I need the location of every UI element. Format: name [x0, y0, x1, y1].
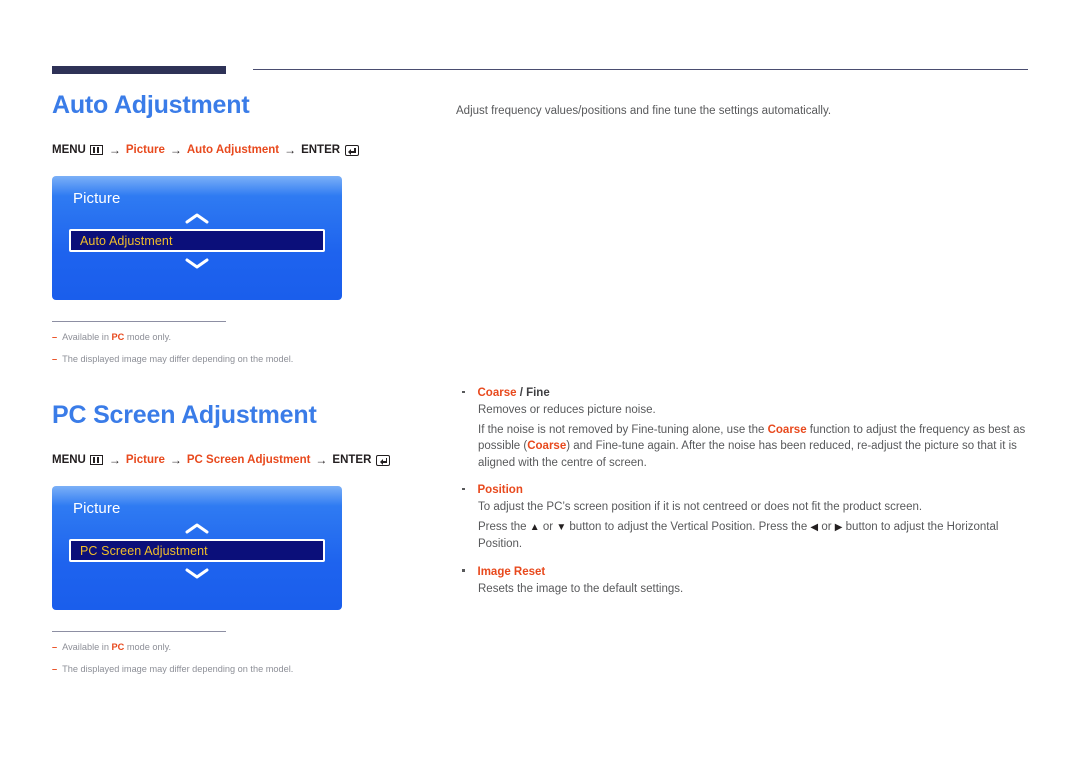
enter-label: ENTER: [332, 454, 372, 466]
osd-selected-row[interactable]: Auto Adjustment: [69, 229, 325, 252]
notes-pc-screen-adjustment: – Available in PC mode only. – The displ…: [52, 631, 293, 676]
bullet-heading: Position: [456, 484, 1034, 496]
notes-auto-adjustment: – Available in PC mode only. – The displ…: [52, 321, 293, 366]
bullet-heading: Coarse / Fine: [456, 387, 1034, 399]
osd-panel-pc-screen-adjustment: Picture PC Screen Adjustment: [52, 486, 342, 610]
bullet-body: To adjust the PC’s screen position if it…: [456, 499, 1034, 553]
osd-panel-auto-adjustment: Picture Auto Adjustment: [52, 176, 342, 300]
menu-path-pc-screen-adjustment: MENU → Picture → PC Screen Adjustment → …: [52, 453, 442, 467]
path-arrow: →: [108, 143, 121, 157]
menu-step-picture: Picture: [125, 144, 165, 156]
page-title-auto-adjustment: Auto Adjustment: [52, 91, 250, 119]
path-arrow: →: [284, 143, 297, 157]
direction-arrow-icon: ▼: [556, 521, 567, 533]
note-keyword: PC: [111, 332, 125, 342]
bullet-title: Coarse / Fine: [477, 387, 550, 399]
bullet-title-secondary: / Fine: [516, 387, 550, 399]
left-column: Auto Adjustment MENU → Picture → Auto Ad…: [52, 90, 442, 685]
enter-key-icon: [376, 454, 391, 466]
bullet-paragraph: Removes or reduces picture noise.: [478, 404, 656, 416]
note-item: – The displayed image may differ dependi…: [52, 663, 293, 676]
osd-selected-row-label: PC Screen Adjustment: [80, 543, 208, 558]
bullet-keyword: Coarse: [527, 440, 567, 452]
osd-title: Picture: [73, 500, 121, 517]
path-arrow: →: [108, 453, 121, 467]
note-item: – The displayed image may differ dependi…: [52, 353, 293, 366]
right-column: Adjust frequency values/positions and fi…: [456, 90, 1034, 610]
menu-grid-icon: [89, 145, 103, 155]
bullet-marker-icon: [462, 487, 465, 490]
bullet-block: Image Reset Resets the image to the defau…: [456, 566, 1034, 598]
bullet-heading: Image Reset: [456, 566, 1034, 578]
path-arrow: →: [169, 143, 182, 157]
bullet-body: Resets the image to the default settings…: [456, 581, 1034, 598]
note-text: Available in PC mode only.: [62, 332, 172, 342]
note-dash: –: [52, 642, 58, 652]
section-auto-adjustment: Auto Adjustment MENU → Picture → Auto Ad…: [52, 90, 442, 366]
path-arrow: →: [169, 453, 182, 467]
note-text: Available in PC mode only.: [62, 642, 172, 652]
menu-step-auto-adjustment: Auto Adjustment: [186, 144, 280, 156]
bullet-title: Image Reset: [477, 565, 546, 578]
section-pc-screen-adjustment: PC Screen Adjustment MENU → Picture → PC…: [52, 400, 442, 676]
osd-selected-row[interactable]: PC Screen Adjustment: [69, 539, 325, 562]
note-item: – Available in PC mode only.: [52, 331, 240, 344]
note-text: The displayed image may differ depending…: [62, 664, 294, 674]
note-item: – Available in PC mode only.: [52, 641, 240, 654]
menu-label: MENU: [52, 454, 86, 466]
bullet-paragraph: Resets the image to the default settings…: [478, 582, 684, 595]
page-root: { "theme": { "heading_blue": "#3a7ce8", …: [0, 0, 1080, 763]
menu-step-pc-screen-adjustment: PC Screen Adjustment: [186, 454, 311, 466]
header-rule-thick: [52, 66, 226, 74]
enter-label: ENTER: [301, 144, 341, 156]
note-dash: –: [52, 664, 58, 674]
bullet-marker-icon: [462, 390, 465, 393]
menu-step-picture: Picture: [125, 454, 165, 466]
bullet-paragraph: Press the ▲ or ▼ button to adjust the Ve…: [478, 520, 999, 551]
notes-divider: [52, 631, 226, 632]
feature-bullet-list: Coarse / Fine Removes or reduces picture …: [456, 387, 1034, 597]
menu-grid-icon: [89, 455, 103, 465]
path-arrow: →: [315, 453, 328, 467]
bullet-paragraph: To adjust the PC’s screen position if it…: [478, 501, 923, 513]
chevron-down-icon[interactable]: [52, 562, 342, 584]
direction-arrow-icon: ▲: [529, 521, 540, 533]
note-dash: –: [52, 354, 58, 364]
osd-selected-row-label: Auto Adjustment: [80, 233, 173, 248]
bullet-paragraph: If the noise is not removed by Fine-tuni…: [478, 423, 1026, 469]
bullet-block: Coarse / Fine Removes or reduces picture …: [456, 387, 1034, 471]
enter-key-icon: [345, 144, 360, 156]
chevron-up-icon[interactable]: [52, 517, 342, 539]
page-title-pc-screen-adjustment: PC Screen Adjustment: [52, 401, 317, 429]
bullet-marker-icon: [462, 569, 465, 572]
bullet-block: Position To adjust the PC’s screen positi…: [456, 484, 1034, 553]
chevron-down-icon[interactable]: [52, 252, 342, 274]
intro-description: Adjust frequency values/positions and fi…: [456, 105, 832, 117]
note-keyword: PC: [111, 642, 125, 652]
direction-arrow-icon: ▶: [834, 521, 843, 533]
direction-arrow-icon: ◀: [810, 521, 819, 533]
chevron-up-icon[interactable]: [52, 207, 342, 229]
note-text: The displayed image may differ depending…: [62, 354, 294, 364]
header-rule-thin: [253, 69, 1028, 70]
bullet-body: Removes or reduces picture noise. If the …: [456, 402, 1034, 471]
note-dash: –: [52, 332, 58, 342]
bullet-keyword: Coarse: [767, 423, 807, 436]
bullet-title: Position: [477, 484, 523, 496]
menu-label: MENU: [52, 144, 86, 156]
menu-path-auto-adjustment: MENU → Picture → Auto Adjustment → ENTER: [52, 143, 442, 157]
osd-title: Picture: [73, 190, 121, 207]
notes-divider: [52, 321, 226, 322]
